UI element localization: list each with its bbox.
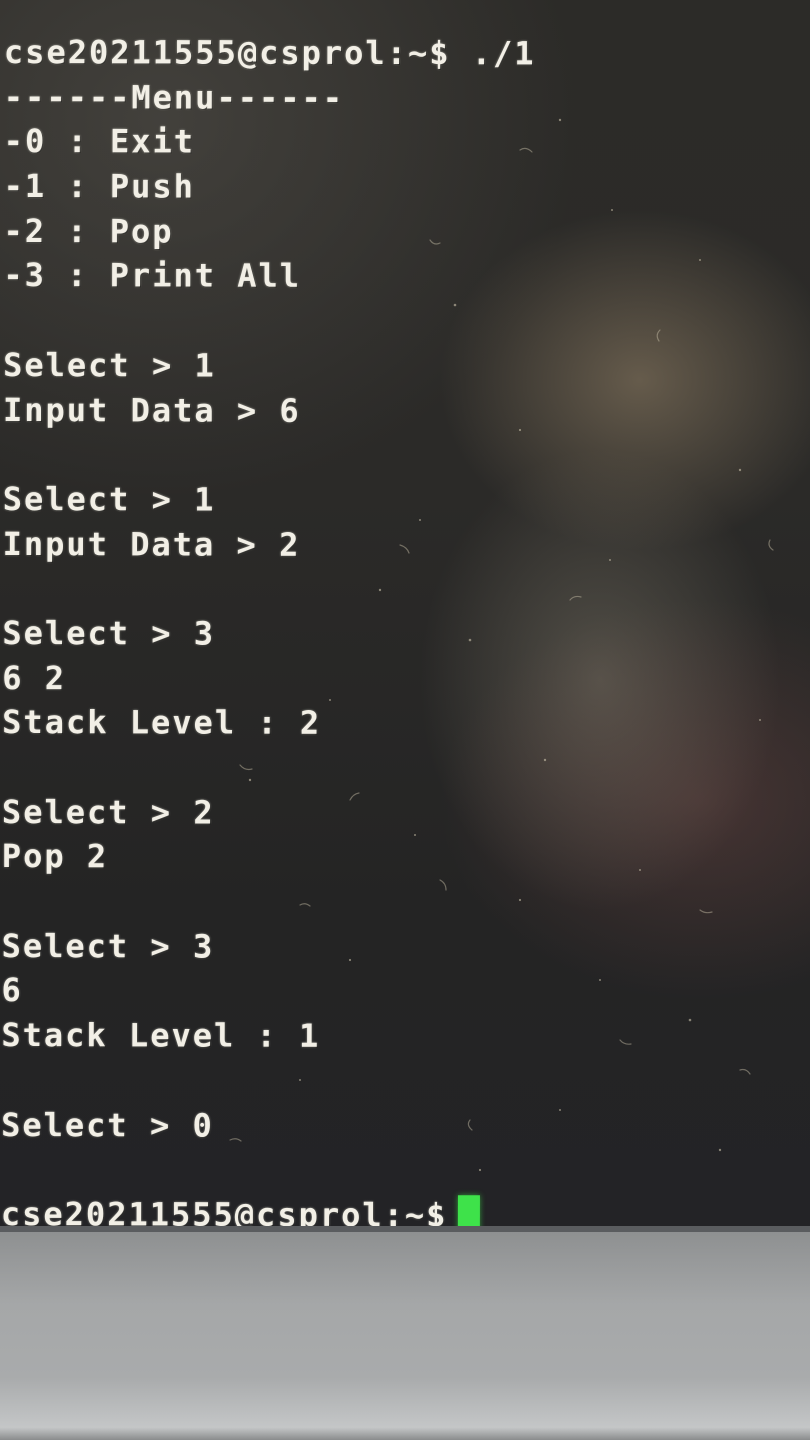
terminal-line: -1 : Push: [3, 167, 196, 206]
terminal-line: -2 : Pop: [3, 211, 174, 251]
terminal-line: Select > 1: [2, 479, 216, 519]
terminal-window[interactable]: cse20211555@csprol:~$ ./1 ------Menu----…: [0, 0, 810, 1228]
terminal-line: ------Menu------: [3, 77, 345, 117]
terminal-line: Stack Level : 2: [2, 703, 322, 743]
terminal-line: 6: [1, 971, 23, 1010]
terminal-line: Stack Level : 1: [1, 1016, 321, 1055]
text-cursor[interactable]: [457, 1195, 480, 1228]
shell-prompt: cse20211555@csprol:~$: [0, 1194, 448, 1228]
terminal-line: Select > 2: [1, 792, 215, 832]
terminal-line: Input Data > 6: [2, 390, 301, 430]
command-prompt-line[interactable]: cse20211555@csprol:~$: [1, 1192, 533, 1228]
terminal-line: Input Data > 2: [2, 524, 301, 564]
monitor-lower-area: [0, 1232, 810, 1440]
terminal-line: -3 : Print All: [3, 256, 302, 296]
terminal-line: 6 2: [2, 658, 67, 697]
terminal-line: -0 : Exit: [3, 122, 196, 161]
terminal-line: Pop 2: [1, 837, 109, 876]
terminal-line: Select > 3: [1, 926, 215, 966]
terminal-line: Select > 1: [3, 345, 216, 385]
terminal-line: cse20211555@csprol:~$ ./1: [3, 32, 536, 73]
photo-of-monitor: cse20211555@csprol:~$ ./1 ------Menu----…: [0, 0, 810, 1440]
terminal-output: cse20211555@csprol:~$ ./1 ------Menu----…: [1, 30, 536, 1228]
terminal-line: Select > 0: [1, 1105, 214, 1145]
terminal-line: Select > 3: [2, 613, 216, 653]
